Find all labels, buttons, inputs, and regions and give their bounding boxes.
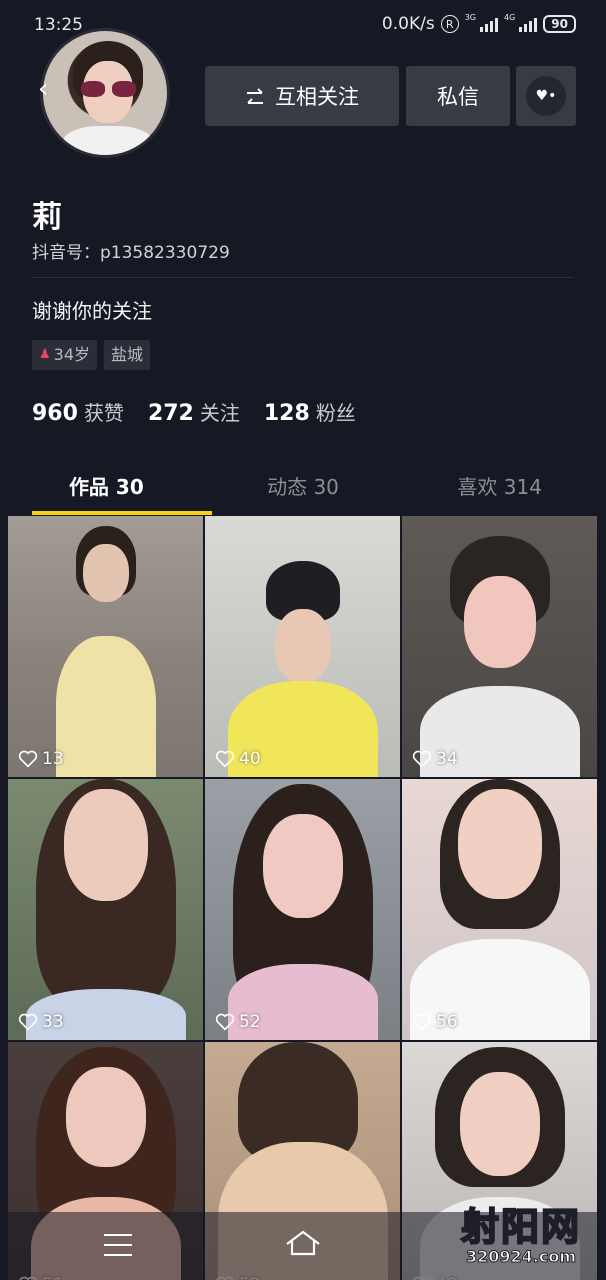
video-thumbnail[interactable]: 40 xyxy=(205,516,400,777)
swap-arrows-icon xyxy=(247,88,263,104)
profile-tags: ♟ 34岁 盐城 xyxy=(32,340,151,370)
heart-icon xyxy=(215,1013,235,1031)
menu-icon[interactable] xyxy=(104,1234,132,1256)
following-label: 关注 xyxy=(199,401,240,425)
more-icon: ♥• xyxy=(526,76,566,116)
tab-activity[interactable]: 动态 30 xyxy=(205,466,402,516)
likes-label: 获赞 xyxy=(83,401,124,425)
tab-indicator xyxy=(32,511,212,515)
video-thumbnail[interactable]: 33 xyxy=(8,779,203,1040)
profile-screen: 13:25 0.0K/s R 3G 4G 90 ‹ 互相关注 私信 ♥• 莉 抖… xyxy=(8,0,598,1280)
profile-stats: 960 获赞 272 关注 128 粉丝 xyxy=(32,397,356,426)
tab-works[interactable]: 作品 30 xyxy=(8,466,205,516)
video-likes: 52 xyxy=(215,1012,261,1032)
followers-count: 128 xyxy=(263,401,310,426)
watermark-sub: 320924.com xyxy=(465,1247,577,1267)
bio-text: 谢谢你的关注 xyxy=(32,299,152,323)
more-button[interactable]: ♥• xyxy=(516,66,576,126)
following-count: 272 xyxy=(147,401,194,426)
video-thumbnail[interactable]: 34 xyxy=(402,516,597,777)
heart-icon xyxy=(18,1013,38,1031)
stat-following[interactable]: 272 关注 xyxy=(148,397,240,426)
followers-label: 粉丝 xyxy=(315,401,356,425)
watermark: 射阳网 320924.com xyxy=(444,1196,598,1267)
heart-icon xyxy=(18,750,38,768)
divider xyxy=(32,277,574,278)
likes-count: 960 xyxy=(32,401,78,426)
network-3g-label: 3G xyxy=(464,12,476,22)
profile-tabs: 作品 30 动态 30 喜欢 314 xyxy=(8,466,598,516)
douyin-id: 抖音号：p13582330729 xyxy=(32,243,230,263)
status-time: 13:25 xyxy=(34,15,83,35)
watermark-main: 射阳网 xyxy=(460,1204,581,1250)
age-tag-label: 34岁 xyxy=(53,345,91,364)
heart-icon xyxy=(412,750,432,768)
stat-followers[interactable]: 128 粉丝 xyxy=(264,397,356,426)
video-likes: 40 xyxy=(215,749,261,769)
video-thumbnail[interactable]: 56 xyxy=(402,779,597,1040)
video-thumbnail[interactable]: 52 xyxy=(205,779,400,1040)
home-icon[interactable] xyxy=(283,1228,323,1258)
profile-name: 莉 xyxy=(32,200,62,235)
message-label: 私信 xyxy=(437,85,479,109)
location-tag: 盐城 xyxy=(104,340,151,370)
mutual-follow-button[interactable]: 互相关注 xyxy=(205,66,399,126)
signal-icon xyxy=(480,16,498,32)
avatar[interactable] xyxy=(40,28,170,158)
network-4g-label: 4G xyxy=(504,12,516,22)
battery-icon: 90 xyxy=(543,15,576,33)
location-tag-label: 盐城 xyxy=(111,345,144,364)
age-tag: ♟ 34岁 xyxy=(32,340,98,370)
female-icon: ♟ xyxy=(39,347,51,362)
mutual-follow-label: 互相关注 xyxy=(275,85,359,109)
stat-likes: 960 获赞 xyxy=(32,397,124,426)
video-likes: 34 xyxy=(412,749,458,769)
video-likes: 33 xyxy=(18,1012,64,1032)
heart-icon xyxy=(412,1013,432,1031)
video-thumbnail[interactable]: 13 xyxy=(8,516,203,777)
video-grid: 13 40 34 33 52 56 xyxy=(8,516,598,1280)
back-arrow-icon[interactable]: ‹ xyxy=(38,75,58,103)
video-likes: 13 xyxy=(18,749,64,769)
tab-likes[interactable]: 喜欢 314 xyxy=(401,466,598,516)
status-right: 0.0K/s R 3G 4G 90 xyxy=(381,12,576,34)
video-likes: 56 xyxy=(412,1012,458,1032)
registered-icon: R xyxy=(440,15,459,33)
signal-icon-2 xyxy=(519,16,538,32)
heart-icon xyxy=(215,750,235,768)
net-speed: 0.0K/s xyxy=(381,14,435,34)
message-button[interactable]: 私信 xyxy=(406,66,510,126)
